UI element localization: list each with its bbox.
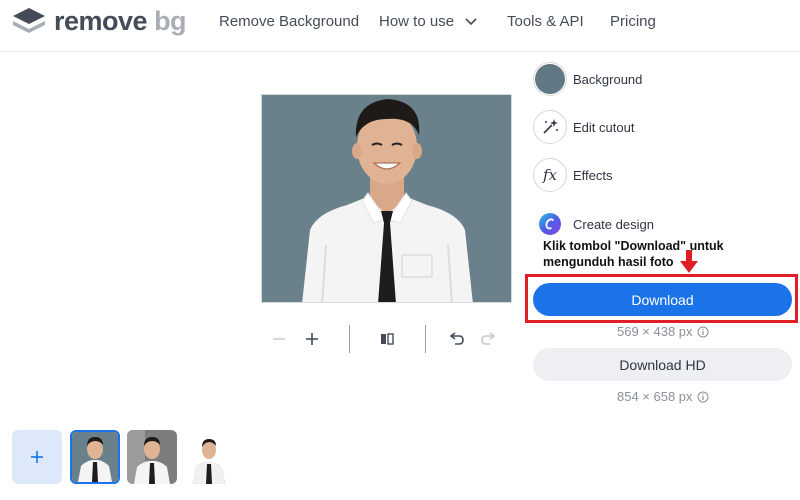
redo-button[interactable] — [474, 324, 504, 354]
thumbnail-1[interactable] — [70, 430, 120, 484]
nav-how-to-use[interactable]: How to use — [379, 13, 478, 31]
thumbnail-image — [72, 432, 118, 482]
background-color-swatch — [535, 64, 565, 94]
info-icon[interactable] — [697, 326, 709, 338]
option-edit-cutout[interactable]: Edit cutout — [533, 110, 634, 144]
compare-button[interactable] — [372, 324, 402, 354]
download-dimensions: 569 × 438 px — [617, 324, 709, 339]
undo-button[interactable] — [441, 324, 471, 354]
toolbar-divider — [425, 325, 426, 353]
preview-toolbar — [262, 324, 512, 354]
download-hd-button[interactable]: Download HD — [533, 348, 792, 381]
redo-icon — [481, 332, 496, 345]
background-swatch-wrap — [533, 62, 567, 96]
brand-logo[interactable]: remove bg — [12, 6, 187, 36]
option-background[interactable]: Background — [533, 62, 642, 96]
removebg-logo-icon — [13, 8, 45, 33]
plus-icon — [31, 451, 43, 463]
nav-pricing[interactable]: Pricing — [610, 13, 656, 31]
compare-icon — [381, 333, 394, 345]
arrow-down-icon — [680, 250, 698, 273]
brand-name: remove bg — [54, 6, 187, 36]
minus-icon — [273, 338, 285, 340]
zoom-out-button[interactable] — [264, 324, 294, 354]
plus-icon — [306, 333, 318, 345]
add-image-button[interactable] — [12, 430, 62, 484]
thumbnail-image — [127, 430, 177, 484]
download-hd-dimensions: 854 × 658 px — [617, 389, 709, 404]
toolbar-divider — [349, 325, 350, 353]
thumbnail-3[interactable] — [184, 430, 234, 484]
thumbnail-image — [184, 430, 234, 484]
undo-icon — [449, 332, 464, 345]
annotation-text: Klik tombol "Download" untuk mengunduh h… — [543, 239, 724, 269]
download-button[interactable]: Download — [533, 283, 792, 316]
portrait-image — [262, 95, 511, 302]
info-icon[interactable] — [697, 391, 709, 403]
image-preview — [261, 94, 512, 303]
top-navigation: remove bg Remove Background How to use To… — [0, 0, 800, 52]
option-create-design[interactable]: Create design — [533, 207, 654, 241]
nav-remove-background[interactable]: Remove Background — [219, 13, 359, 31]
canva-icon — [539, 213, 561, 235]
magic-wand-icon — [543, 119, 558, 134]
fx-icon: fx — [542, 166, 557, 184]
zoom-in-button[interactable] — [297, 324, 327, 354]
chevron-down-icon — [465, 18, 477, 26]
thumbnail-2[interactable] — [127, 430, 177, 484]
option-effects[interactable]: fx Effects — [533, 158, 613, 192]
nav-tools-api[interactable]: Tools & API — [507, 13, 584, 31]
